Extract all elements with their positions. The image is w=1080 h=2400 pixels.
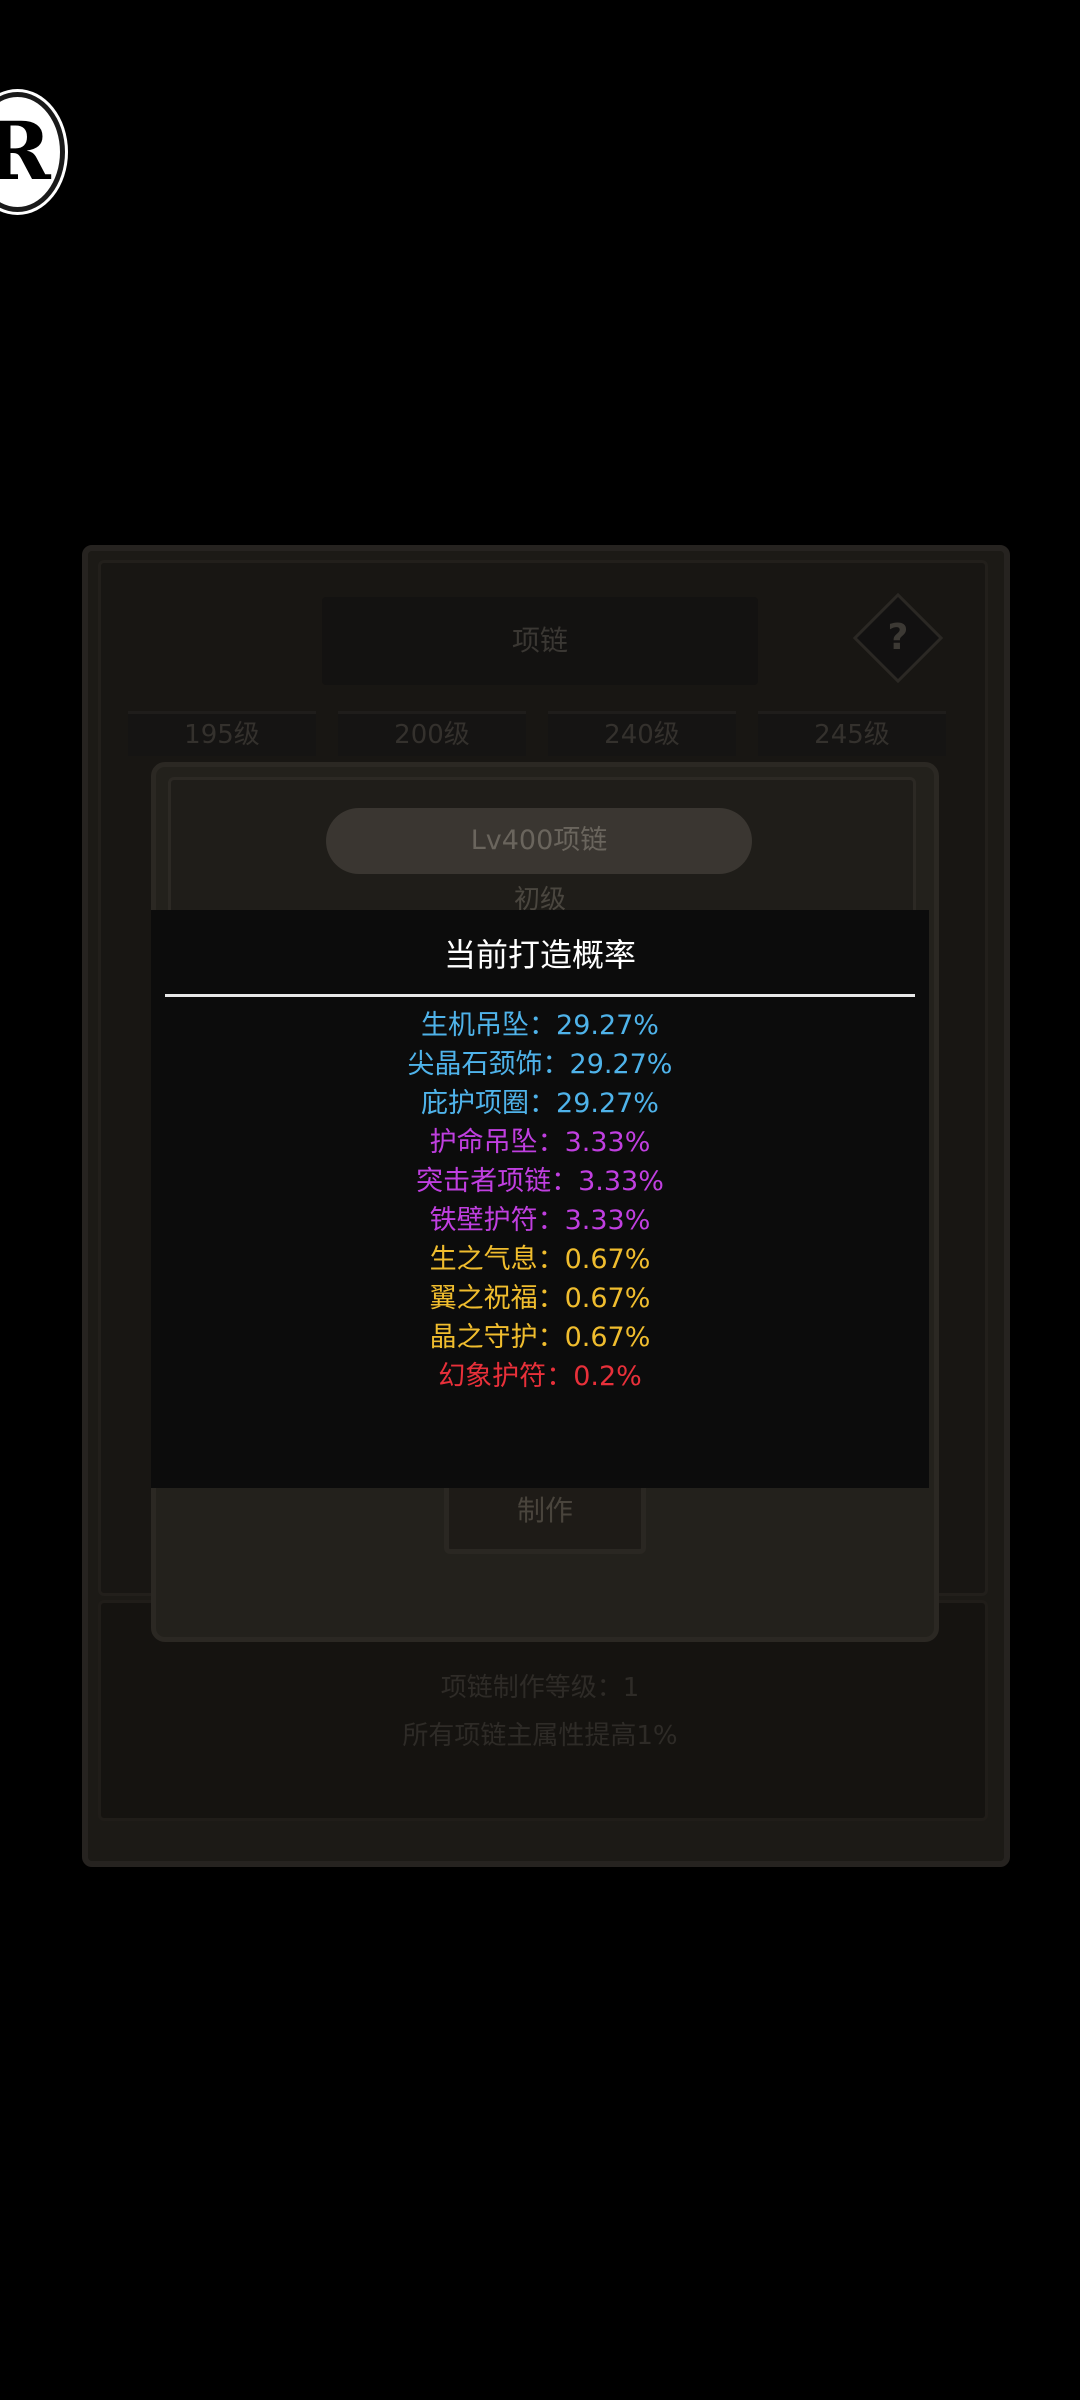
modal-divider <box>165 994 915 997</box>
rate-separator: ： <box>529 1088 557 1119</box>
rate-separator: ： <box>551 1166 579 1197</box>
rate-value: 0.2% <box>573 1361 642 1392</box>
rate-separator: ： <box>546 1361 574 1392</box>
rate-separator: ： <box>537 1205 565 1236</box>
rate-separator: ： <box>537 1244 565 1275</box>
rate-list: 生机吊坠：29.27% 尖晶石颈饰：29.27% 庇护项圈：29.27% 护命吊坠：3… <box>151 1006 929 1396</box>
tab-level-195[interactable]: 195级 <box>128 711 316 756</box>
rate-row: 生之气息：0.67% <box>151 1240 929 1279</box>
rate-separator: ： <box>537 1322 565 1353</box>
rate-item-name: 幻象护符 <box>438 1361 547 1392</box>
rate-row: 尖晶石颈饰：29.27% <box>151 1045 929 1084</box>
rate-item-name: 晶之守护 <box>429 1322 538 1353</box>
rate-item-name: 尖晶石颈饰 <box>407 1049 543 1080</box>
rate-value: 29.27% <box>556 1010 659 1041</box>
rate-row: 翼之祝福：0.67% <box>151 1279 929 1318</box>
rate-value: 0.67% <box>564 1322 651 1353</box>
probability-modal[interactable]: 当前打造概率 生机吊坠：29.27% 尖晶石颈饰：29.27% 庇护项圈：29.27… <box>151 910 929 1488</box>
rate-row: 幻象护符：0.2% <box>151 1357 929 1396</box>
rate-row: 晶之守护：0.67% <box>151 1318 929 1357</box>
rate-item-name: 庇护项圈 <box>421 1088 530 1119</box>
craft-level-text: 项链制作等级：1 <box>440 1673 640 1703</box>
bonus-text: 所有项链主属性提高1% <box>402 1721 678 1751</box>
rate-separator: ： <box>529 1010 557 1041</box>
rate-separator: ： <box>542 1049 570 1080</box>
rate-row: 铁壁护符：3.33% <box>151 1201 929 1240</box>
rate-separator: ： <box>537 1283 565 1314</box>
rate-value: 0.67% <box>564 1244 651 1275</box>
rate-item-name: 铁壁护符 <box>429 1205 538 1236</box>
rate-item-name: 突击者项链 <box>416 1166 552 1197</box>
tab-level-240[interactable]: 240级 <box>548 711 736 756</box>
rate-row: 生机吊坠：29.27% <box>151 1006 929 1045</box>
rate-item-name: 护命吊坠 <box>429 1127 538 1158</box>
category-title: 项链 <box>322 597 758 685</box>
rate-row: 庇护项圈：29.27% <box>151 1084 929 1123</box>
rate-value: 3.33% <box>564 1127 651 1158</box>
modal-title: 当前打造概率 <box>443 936 636 974</box>
app-logo-icon: R <box>0 92 65 212</box>
rate-item-name: 翼之祝福 <box>429 1283 538 1314</box>
rate-row: 护命吊坠：3.33% <box>151 1123 929 1162</box>
rate-row: 突击者项链：3.33% <box>151 1162 929 1201</box>
tab-level-245[interactable]: 245级 <box>758 711 946 756</box>
tab-level-200[interactable]: 200级 <box>338 711 526 756</box>
rate-separator: ： <box>537 1127 565 1158</box>
rate-value: 29.27% <box>556 1088 659 1119</box>
rate-item-name: 生之气息 <box>429 1244 538 1275</box>
rate-value: 0.67% <box>564 1283 651 1314</box>
question-icon: ? <box>887 617 909 658</box>
rate-item-name: 生机吊坠 <box>421 1010 530 1041</box>
rate-value: 29.27% <box>569 1049 673 1080</box>
item-level-ribbon: Lv400项链 <box>326 808 752 874</box>
rate-value: 3.33% <box>564 1205 651 1236</box>
rate-value: 3.33% <box>578 1166 664 1197</box>
